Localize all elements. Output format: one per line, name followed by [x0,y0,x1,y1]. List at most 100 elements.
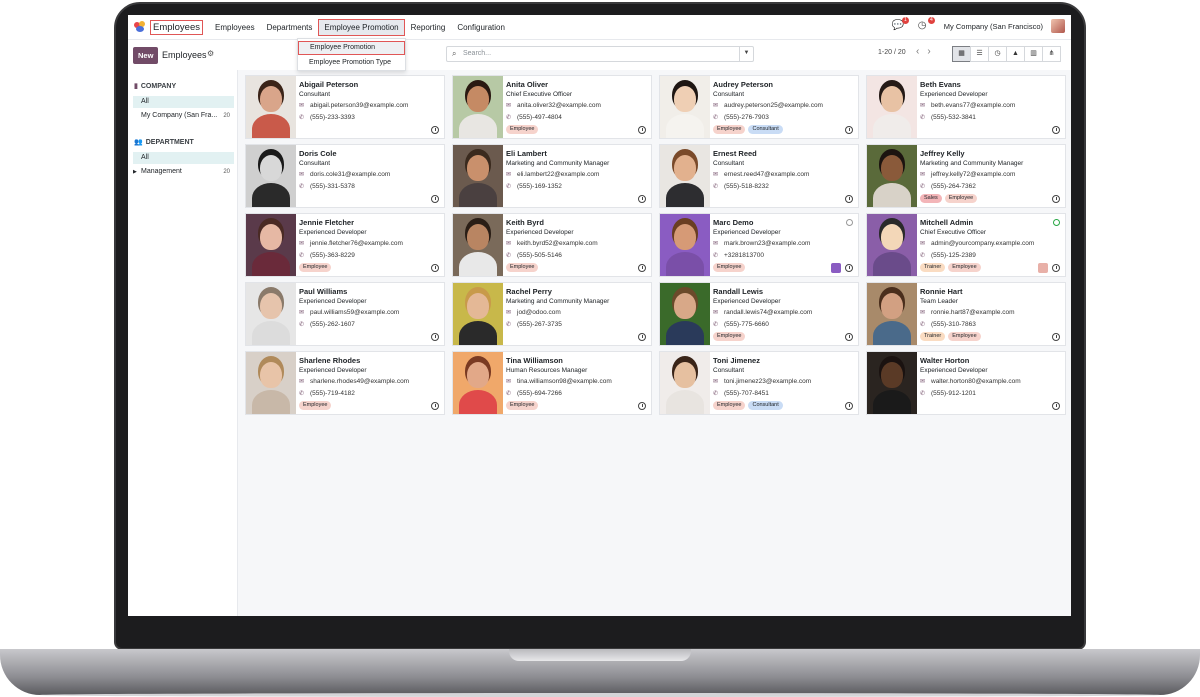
employee-name[interactable]: Abigail Peterson [299,80,440,90]
employee-phone[interactable]: (555)-775-6660 [724,321,769,328]
employee-name[interactable]: Toni Jimenez [713,356,854,366]
employee-phone[interactable]: (555)-169-1352 [517,183,562,190]
company-switcher[interactable]: My Company (San Francisco) [944,22,1043,31]
employee-phone[interactable]: (555)-310-7863 [931,321,976,328]
chat-icon[interactable]: 💬 1 [892,17,909,32]
employee-name[interactable]: Sharlene Rhodes [299,356,440,366]
activity-clock-icon[interactable] [638,126,646,134]
company-filter-all[interactable]: All [133,96,234,108]
kanban-view-icon[interactable]: ▦ [952,46,971,62]
employee-phone[interactable]: (555)-267-3735 [517,321,562,328]
graph-view-icon[interactable]: ▲ [1006,46,1025,62]
department-filter-all[interactable]: All [133,152,234,164]
employee-name[interactable]: Beth Evans [920,80,1061,90]
employee-email[interactable]: doris.cole31@example.com [310,171,390,178]
menu-departments[interactable]: Departments [261,23,319,32]
employee-email[interactable]: jeffrey.kelly72@example.com [931,171,1015,178]
search-input[interactable]: ⌕ Search... ▼ [446,46,754,62]
employee-card[interactable]: Keith Byrd Experienced Developer ✉ keith.… [452,213,652,277]
employee-card[interactable]: Randall Lewis Experienced Developer ✉ ran… [659,282,859,346]
employee-name[interactable]: Marc Demo [713,218,854,228]
employee-email[interactable]: paul.williams59@example.com [310,309,399,316]
employee-card[interactable]: Ronnie Hart Team Leader ✉ ronnie.hart87@e… [866,282,1066,346]
employee-name[interactable]: Paul Williams [299,287,440,297]
activity-clock-icon[interactable] [638,402,646,410]
search-options-dropdown-icon[interactable]: ▼ [739,46,753,62]
employee-name[interactable]: Jennie Fletcher [299,218,440,228]
employee-phone[interactable]: (555)-518-8232 [724,183,769,190]
activity-clock-icon[interactable] [638,333,646,341]
employee-name[interactable]: Rachel Perry [506,287,647,297]
employee-phone[interactable]: (555)-707-8451 [724,390,769,397]
employee-phone[interactable]: (555)-497-4804 [517,114,562,121]
employee-phone[interactable]: (555)-719-4182 [310,390,355,397]
activity-clock-icon[interactable] [638,264,646,272]
employee-card[interactable]: Paul Williams Experienced Developer ✉ pau… [245,282,445,346]
employee-email[interactable]: abigail.peterson39@example.com [310,102,408,109]
employee-email[interactable]: walter.horton80@example.com [931,378,1021,385]
activity-clock-icon[interactable] [845,264,853,272]
app-brand[interactable]: Employees [150,19,203,35]
employee-phone[interactable]: (555)-912-1201 [931,390,976,397]
employee-email[interactable]: keith.byrd52@example.com [517,240,598,247]
employee-email[interactable]: toni.jimenez23@example.com [724,378,811,385]
employee-card[interactable]: Jeffrey Kelly Marketing and Community Ma… [866,144,1066,208]
employee-phone[interactable]: (555)-125-2389 [931,252,976,259]
employee-email[interactable]: randall.lewis74@example.com [724,309,812,316]
company-filter-my-company[interactable]: My Company (San Fra... 20 [128,110,234,122]
pager-prev-icon[interactable]: ‹ [916,46,927,57]
employee-name[interactable]: Audrey Peterson [713,80,854,90]
employee-email[interactable]: ronnie.hart87@example.com [931,309,1015,316]
employee-card[interactable]: Tina Williamson Human Resources Manager … [452,351,652,415]
employee-card[interactable]: Sharlene Rhodes Experienced Developer ✉ s… [245,351,445,415]
activity-view-icon[interactable]: ◷ [988,46,1007,62]
employee-phone[interactable]: +3281813700 [724,252,764,259]
employee-name[interactable]: Jeffrey Kelly [920,149,1061,159]
employee-email[interactable]: tina.williamson98@example.com [517,378,612,385]
activity-clock-icon[interactable] [1052,402,1060,410]
employee-card[interactable]: Eli Lambert Marketing and Community Mana… [452,144,652,208]
employee-name[interactable]: Ernest Reed [713,149,854,159]
activity-clock-icon[interactable] [845,126,853,134]
list-view-icon[interactable]: ☰ [970,46,989,62]
employee-card[interactable]: Doris Cole Consultant ✉ doris.cole31@exam… [245,144,445,208]
employee-name[interactable]: Eli Lambert [506,149,647,159]
employee-card[interactable]: Ernest Reed Consultant ✉ ernest.reed47@ex… [659,144,859,208]
employee-email[interactable]: jod@odoo.com [517,309,561,316]
employee-phone[interactable]: (555)-331-5378 [310,183,355,190]
employee-name[interactable]: Anita Oliver [506,80,647,90]
menu-reporting[interactable]: Reporting [405,23,452,32]
menu-employees[interactable]: Employees [209,23,261,32]
activity-clock-icon[interactable] [1052,195,1060,203]
employee-card[interactable]: Audrey Peterson Consultant ✉ audrey.peter… [659,75,859,139]
employee-card[interactable]: Anita Oliver Chief Executive Officer ✉ an… [452,75,652,139]
employee-phone[interactable]: (555)-694-7266 [517,390,562,397]
employee-card[interactable]: Marc Demo Experienced Developer ✉ mark.br… [659,213,859,277]
employee-name[interactable]: Keith Byrd [506,218,647,228]
employee-card[interactable]: Toni Jimenez Consultant ✉ toni.jimenez23@… [659,351,859,415]
dropdown-item-promotion-type[interactable]: Employee Promotion Type [298,57,405,71]
activity-clock-icon[interactable] [1052,126,1060,134]
activity-clock-icon[interactable] [1052,333,1060,341]
employee-email[interactable]: ernest.reed47@example.com [724,171,809,178]
employee-email[interactable]: anita.oliver32@example.com [517,102,601,109]
employee-email[interactable]: jennie.fletcher76@example.com [310,240,403,247]
employee-email[interactable]: sharlene.rhodes49@example.com [310,378,409,385]
activity-clock-icon[interactable] [845,195,853,203]
employee-card[interactable]: Beth Evans Experienced Developer ✉ beth.e… [866,75,1066,139]
employee-name[interactable]: Mitchell Admin [920,218,1061,228]
activity-clock-icon[interactable] [431,333,439,341]
pivot-view-icon[interactable]: ▥ [1024,46,1043,62]
activity-clock-icon[interactable] [638,195,646,203]
employee-card[interactable]: Abigail Peterson Consultant ✉ abigail.pet… [245,75,445,139]
pager-next-icon[interactable]: › [927,46,938,57]
department-filter-management[interactable]: ▶ Management 20 [128,166,234,178]
employee-name[interactable]: Doris Cole [299,149,440,159]
activity-clock-icon[interactable] [431,264,439,272]
activity-clock-icon[interactable] [431,126,439,134]
activity-clock-icon[interactable] [431,402,439,410]
employee-phone[interactable]: (555)-233-3393 [310,114,355,121]
user-avatar[interactable] [1051,19,1065,33]
activity-clock-icon[interactable] [431,195,439,203]
employee-email[interactable]: mark.brown23@example.com [724,240,810,247]
